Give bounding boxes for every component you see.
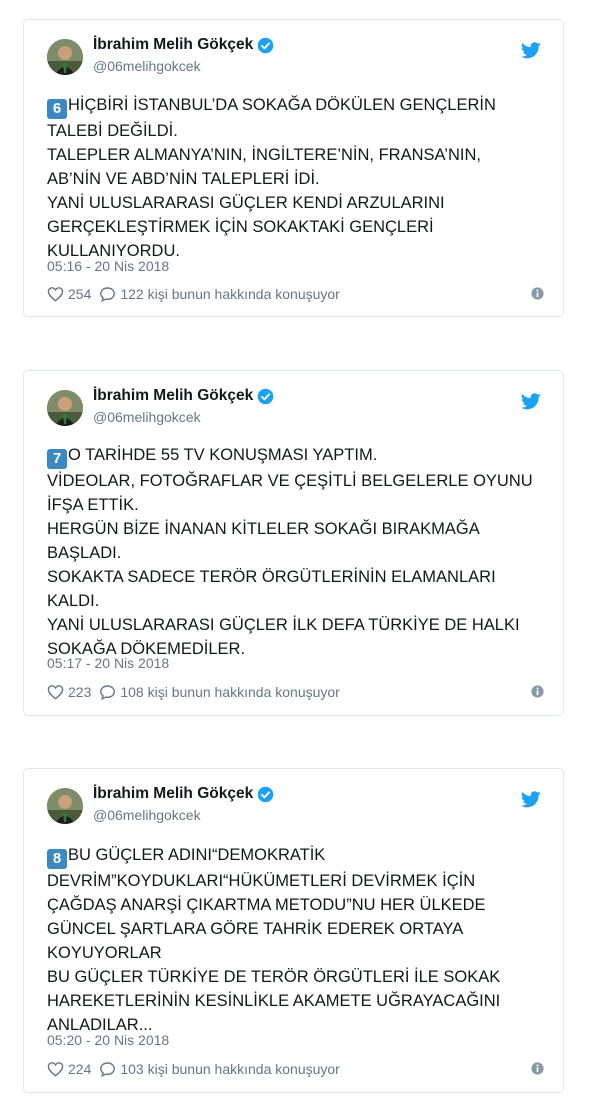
like-button[interactable]: 254 (47, 286, 91, 302)
tweet-card[interactable]: İbrahim Melih Gökçek @06melihgokcek 7O T… (23, 370, 564, 716)
twitter-bird-icon[interactable] (521, 791, 541, 813)
like-count: 223 (68, 684, 92, 700)
tweet-line: YANİ ULUSLARARASI GÜÇLER KENDİ ARZULARIN… (47, 194, 445, 212)
heart-icon (47, 685, 64, 700)
author-name[interactable]: İbrahim Melih Gökçek (93, 387, 274, 405)
reply-button[interactable]: 122 kişi bunun hakkında konuşuyor (99, 286, 340, 302)
reply-bubble-icon (100, 685, 116, 700)
tweet-line: BAŞLADI. (47, 544, 122, 562)
tweet-timestamp[interactable]: 05:20 - 20 Nis 2018 (47, 1032, 169, 1048)
avatar[interactable] (47, 39, 83, 75)
author-name-text: İbrahim Melih Gökçek (93, 387, 254, 404)
tweet-card[interactable]: İbrahim Melih Gökçek @06melihgokcek 6 HİÇ… (23, 19, 564, 317)
tweet-line: BU GÜÇLER TÜRKİYE DE TERÖR ÖRGÜTLERİ İLE… (47, 968, 501, 986)
avatar-image (47, 788, 83, 824)
author-name[interactable]: İbrahim Melih Gökçek (93, 36, 274, 54)
like-count: 254 (68, 286, 92, 302)
reply-bubble-icon (100, 1062, 116, 1077)
reply-text: 108 kişi bunun hakkında konuşuyor (120, 684, 340, 700)
tweet-line: AB’NİN VE ABD’NİN TALEPLERİ İDİ. (47, 170, 320, 188)
tweet-timestamp[interactable]: 05:16 - 20 Nis 2018 (47, 258, 169, 274)
like-count: 224 (68, 1061, 92, 1077)
tweet-line: 6 HİÇBİRİ İSTANBUL’DA SOKAĞA DÖKÜLEN GENÇ… (47, 93, 545, 119)
tweet-line: TALEBİ DEĞİLDİ. (47, 122, 178, 140)
author-name-text: İbrahim Melih Gökçek (93, 36, 254, 53)
tweet-text: 6 HİÇBİRİ İSTANBUL’DA SOKAĞA DÖKÜLEN GENÇ… (47, 93, 545, 263)
author-handle[interactable]: @06melihgokcek (93, 58, 201, 74)
avatar[interactable] (47, 390, 83, 426)
author-name[interactable]: İbrahim Melih Gökçek (93, 785, 274, 803)
number-8-badge: 8 (47, 849, 67, 869)
author-handle[interactable]: @06melihgokcek (93, 807, 201, 823)
tweet-line: GÜNCEL ŞARTLARA GÖRE TAHRİK EDEREK ORTAY… (47, 920, 464, 938)
number-7-badge: 7 (47, 449, 67, 469)
tweet-card[interactable]: İbrahim Melih Gökçek @06melihgokcek 8 BU … (23, 768, 564, 1093)
tweet-actions: 224 103 kişi bunun hakkında konuşuyor (47, 1061, 545, 1077)
tweet-line: DEVRİM”KOYDUKLARI“HÜKÜMETLERİ DEVİRMEK İ… (47, 872, 476, 890)
reply-text: 122 kişi bunun hakkında konuşuyor (120, 286, 340, 302)
avatar[interactable] (47, 788, 83, 824)
author-handle[interactable]: @06melihgokcek (93, 409, 201, 425)
tweet-line: YANİ ULUSLARARASI GÜÇLER İLK DEFA TÜRKİY… (47, 616, 520, 634)
tweet-line: VİDEOLAR, FOTOĞRAFLAR VE ÇEŞİTLİ BELGELE… (47, 472, 533, 490)
tweet-actions: 254 122 kişi bunun hakkında konuşuyor (47, 286, 545, 302)
heart-icon (47, 1062, 64, 1077)
tweet-line: KALDI. (47, 592, 100, 610)
avatar-image (47, 39, 83, 75)
info-icon[interactable] (530, 286, 545, 304)
tweet-line: TALEPLER ALMANYA’NIN, İNGİLTERE’NİN, FRA… (47, 146, 481, 164)
reply-button[interactable]: 108 kişi bunun hakkında konuşuyor (99, 684, 340, 700)
info-icon[interactable] (530, 684, 545, 702)
reply-text: 103 kişi bunun hakkında konuşuyor (120, 1061, 340, 1077)
tweet-text: 8 BU GÜÇLER ADINI“DEMOKRATİK DEVRİM”KOYDU… (47, 843, 545, 1037)
tweet-actions: 223 108 kişi bunun hakkında konuşuyor (47, 684, 545, 700)
twitter-bird-icon[interactable] (521, 42, 541, 64)
avatar-image (47, 390, 83, 426)
info-icon[interactable] (530, 1061, 545, 1079)
twitter-bird-icon[interactable] (521, 393, 541, 415)
number-6-badge: 6 (47, 99, 67, 119)
verified-badge-icon (257, 37, 274, 54)
verified-badge-icon (257, 786, 274, 803)
reply-button[interactable]: 103 kişi bunun hakkında konuşuyor (99, 1061, 340, 1077)
tweet-line: GERÇEKLEŞTİRMEK İÇİN SOKAKTAKİ GENÇLERİ (47, 218, 434, 236)
author-name-text: İbrahim Melih Gökçek (93, 785, 254, 802)
tweet-line: ÇAĞDAŞ ANARŞİ ÇIKARTMA METODU”NU HER ÜLK… (47, 896, 486, 914)
tweet-line: SOKAKTA SADECE TERÖR ÖRGÜTLERİNİN ELAMAN… (47, 568, 496, 586)
tweet-line: HAREKETLERİNİN KESİNLİKLE AKAMETE UĞRAYA… (47, 992, 501, 1010)
tweet-line: 7O TARİHDE 55 TV KONUŞMASI YAPTIM. (47, 443, 545, 469)
tweet-text: 7O TARİHDE 55 TV KONUŞMASI YAPTIM. VİDEO… (47, 443, 545, 661)
like-button[interactable]: 223 (47, 684, 91, 700)
tweet-line: 8 BU GÜÇLER ADINI“DEMOKRATİK (47, 843, 545, 869)
tweet-line: İFŞA ETTİK. (47, 496, 139, 514)
reply-bubble-icon (100, 287, 116, 302)
tweet-line: KOYUYORLAR (47, 944, 162, 962)
tweet-line: HERGÜN BİZE İNANAN KİTLELER SOKAĞI BIRAK… (47, 520, 480, 538)
verified-badge-icon (257, 388, 274, 405)
tweet-timestamp[interactable]: 05:17 - 20 Nis 2018 (47, 655, 169, 671)
heart-icon (47, 287, 64, 302)
like-button[interactable]: 224 (47, 1061, 91, 1077)
